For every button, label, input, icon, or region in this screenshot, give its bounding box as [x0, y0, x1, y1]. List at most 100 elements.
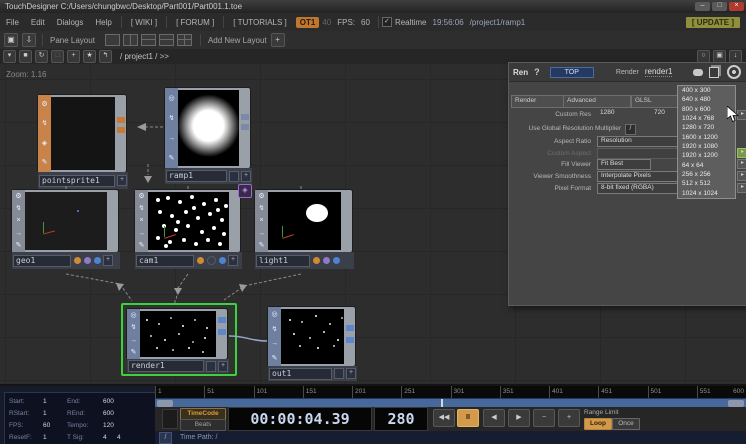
node-viewer[interactable]: [178, 90, 239, 166]
folder-up-icon[interactable]: ↰: [99, 50, 112, 63]
render-flag[interactable]: [74, 257, 81, 264]
node-light1[interactable]: ⚙ ↯ × → ✎: [255, 190, 352, 252]
menu-item[interactable]: 256 x 256: [678, 170, 735, 179]
menu-dialogs[interactable]: Dialogs: [51, 18, 90, 27]
checkbox[interactable]: /: [625, 124, 636, 135]
layout-preset-single[interactable]: [105, 34, 120, 46]
output-connector[interactable]: [346, 325, 354, 331]
display-flag[interactable]: [219, 257, 226, 264]
output-connector[interactable]: [218, 329, 226, 335]
tab-render[interactable]: Render: [511, 95, 565, 108]
node-sidebar-icons[interactable]: ◎ ↯ → ✎: [268, 307, 281, 366]
tab-glsl[interactable]: GLSL: [631, 95, 681, 108]
node-plus-button[interactable]: +: [346, 368, 356, 379]
menu-item[interactable]: 1024 x 768: [678, 114, 735, 123]
star-icon[interactable]: ★: [83, 50, 96, 63]
node-plus-button[interactable]: +: [241, 171, 251, 182]
lightning-icon[interactable]: ↯: [169, 115, 175, 122]
inactive-flag[interactable]: [207, 256, 216, 265]
spinner-icon[interactable]: ▸: [737, 171, 746, 181]
pause-button[interactable]: II: [457, 409, 479, 427]
pencil-icon[interactable]: ✎: [139, 242, 145, 249]
spinner-icon-highlighted[interactable]: ▸: [737, 148, 746, 158]
resetf-value[interactable]: 1: [43, 434, 67, 441]
node-ramp1[interactable]: ◎ ↯ → ✎: [165, 88, 250, 168]
pickable-flag[interactable]: [323, 257, 330, 264]
wiki-link[interactable]: [ WIKI ]: [125, 18, 163, 27]
tab-advanced[interactable]: Advanced: [563, 95, 631, 108]
arrow-icon[interactable]: →: [130, 337, 137, 344]
lightning-icon[interactable]: ↯: [131, 324, 137, 331]
beats-mode-button[interactable]: Beats: [180, 419, 226, 431]
output-connector[interactable]: [241, 114, 249, 120]
chevron-down-icon[interactable]: ▾: [3, 50, 16, 63]
maximize-button[interactable]: □: [712, 2, 727, 11]
close-button[interactable]: ×: [729, 2, 744, 11]
pencil-icon[interactable]: ✎: [131, 349, 137, 356]
node-pointsprite1[interactable]: ⚙ ↯ ◈ ✎: [38, 95, 126, 172]
menu-help[interactable]: Help: [89, 18, 117, 27]
menu-file[interactable]: File: [0, 18, 25, 27]
arrow-icon[interactable]: →: [138, 230, 145, 237]
ot-badge[interactable]: OT1: [296, 17, 320, 28]
lightning-icon[interactable]: ↯: [16, 205, 22, 212]
spinner-icon[interactable]: ▸: [737, 159, 746, 169]
timeline-option-button[interactable]: [162, 409, 178, 429]
arrow-icon[interactable]: →: [15, 230, 22, 237]
node-geo1[interactable]: ⚙ ↯ × → ✎: [12, 190, 118, 252]
node-name[interactable]: cam1: [136, 255, 194, 267]
menu-item[interactable]: 512 x 512: [678, 179, 735, 188]
node-sidebar-icons[interactable]: ⚙ ↯ × → ✎: [135, 190, 148, 252]
realtime-checkbox[interactable]: ✓: [382, 17, 392, 27]
arrow-icon[interactable]: →: [168, 135, 175, 142]
target-icon[interactable]: ◎: [130, 312, 136, 319]
node-cam1[interactable]: ⚙ ↯ × → ✎: [135, 190, 240, 252]
node-viewer[interactable]: [25, 192, 107, 250]
output-connector[interactable]: [241, 124, 249, 130]
menu-item[interactable]: 400 x 300: [678, 86, 735, 95]
node-name[interactable]: geo1: [13, 255, 71, 267]
fps-value[interactable]: 60: [43, 422, 67, 429]
node-flag-box[interactable]: [334, 368, 344, 379]
tutorials-link[interactable]: [ TUTORIALS ]: [227, 18, 293, 27]
layout-preset-mixed[interactable]: [177, 34, 192, 46]
node-name[interactable]: render1: [128, 360, 204, 372]
node-sidebar-icons[interactable]: ◎ ↯ → ✎: [165, 88, 178, 168]
lightning-icon[interactable]: ↯: [42, 120, 48, 127]
node-viewer[interactable]: [51, 97, 115, 170]
pencil-icon[interactable]: ✎: [16, 242, 22, 249]
save-layout-icon[interactable]: ⇩: [22, 33, 36, 47]
param-value-res-width[interactable]: 1280: [597, 109, 653, 118]
node-flag-box[interactable]: [229, 171, 239, 182]
arrow-icon[interactable]: →: [258, 230, 265, 237]
lightning-icon[interactable]: ↯: [272, 326, 278, 333]
tsig-value1[interactable]: 4: [103, 434, 117, 441]
pages-icon[interactable]: [709, 67, 719, 78]
render-flag[interactable]: [197, 257, 204, 264]
plus-icon[interactable]: +: [67, 50, 80, 63]
add-layout-plus-button[interactable]: +: [271, 33, 285, 47]
menu-item[interactable]: 800 x 600: [678, 105, 735, 114]
node-sidebar-icons[interactable]: ⚙ ↯ ◈ ✎: [38, 95, 51, 172]
layout-preset-vsplit[interactable]: [123, 34, 138, 46]
arrow-icon[interactable]: →: [271, 340, 278, 347]
render-flag[interactable]: [313, 257, 320, 264]
menu-item[interactable]: 1600 x 1200: [678, 133, 735, 142]
stop-icon[interactable]: ■: [19, 50, 32, 63]
minimize-button[interactable]: –: [695, 2, 710, 11]
comment-icon[interactable]: [693, 69, 703, 76]
menu-edit[interactable]: Edit: [25, 18, 51, 27]
node-viewer[interactable]: [148, 192, 229, 250]
node-sidebar-icons[interactable]: ◎ ↯ → ✎: [127, 309, 140, 359]
display-flag[interactable]: [94, 257, 101, 264]
node-out1[interactable]: ◎ ↯ → ✎: [268, 307, 355, 366]
node-sidebar-icons[interactable]: ⚙ ↯ × → ✎: [255, 190, 268, 252]
node-plus-button[interactable]: +: [218, 361, 228, 372]
step-forward-button[interactable]: +: [558, 409, 580, 427]
close-icon[interactable]: ×: [139, 217, 143, 224]
node-name[interactable]: light1: [256, 255, 310, 267]
param-value-fill-viewer[interactable]: Fit Best: [597, 159, 651, 170]
gear-icon[interactable]: ⚙: [258, 193, 264, 200]
menu-item[interactable]: 1920 x 1080: [678, 142, 735, 151]
update-button[interactable]: [ UPDATE ]: [686, 17, 740, 28]
